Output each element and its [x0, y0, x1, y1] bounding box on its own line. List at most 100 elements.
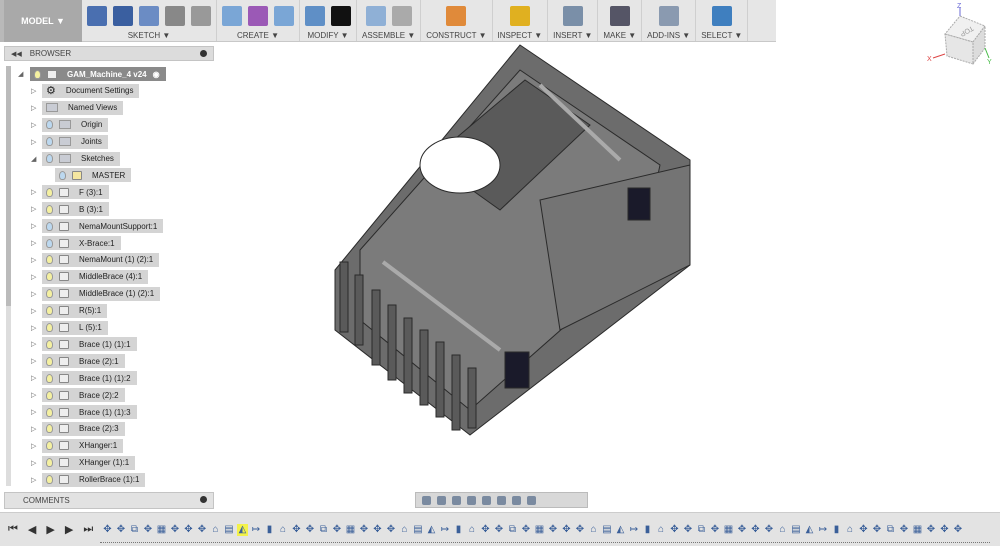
pin-icon[interactable]	[200, 50, 207, 57]
browser-item[interactable]: ▷ Brace (2):1	[31, 354, 125, 369]
toolbar-group-label[interactable]: ASSEMBLE ▼	[362, 31, 415, 40]
browser-item[interactable]: ▷ MiddleBrace (1) (2):1	[31, 286, 161, 301]
timeline-feature-icon[interactable]: ⌂	[656, 524, 667, 536]
timeline-feature-icon[interactable]: ⌂	[467, 524, 478, 536]
collapse-arrow-icon[interactable]: ◢	[31, 155, 36, 163]
expand-arrow-icon[interactable]: ▷	[31, 324, 36, 332]
visibility-bulb-icon[interactable]	[46, 221, 53, 231]
expand-arrow-icon[interactable]: ▷	[31, 222, 36, 230]
browser-item[interactable]: ▷ Named Views	[31, 100, 124, 115]
timeline-feature-icon[interactable]: ✥	[953, 524, 964, 536]
visibility-bulb-icon[interactable]	[46, 238, 53, 248]
timeline-feature-icon[interactable]: ▮	[264, 524, 275, 536]
timeline-feature-icon[interactable]: ◭	[615, 524, 626, 536]
toolbar-group-label[interactable]: INSERT ▼	[553, 31, 592, 40]
expand-arrow-icon[interactable]: ▷	[31, 188, 36, 196]
timeline-feature-icon[interactable]: ⧉	[129, 524, 140, 536]
timeline-feature-icon[interactable]: ✥	[116, 524, 127, 536]
timeline-feature-icon[interactable]: ✥	[480, 524, 491, 536]
toolbar-group-label[interactable]: CONSTRUCT ▼	[426, 31, 486, 40]
toolbar-group-label[interactable]: MAKE ▼	[603, 31, 636, 40]
pan-icon[interactable]	[452, 495, 461, 505]
browser-item[interactable]: ▷ ⚙ Document Settings	[31, 83, 140, 98]
timeline-feature-icon[interactable]: ✥	[683, 524, 694, 536]
browser-item[interactable]: ▷ R(5):1	[31, 303, 108, 318]
timeline-feature-icon[interactable]: ◭	[237, 524, 248, 536]
visibility-bulb-icon[interactable]	[46, 458, 53, 468]
browser-item[interactable]: ▷ XHanger:1	[31, 438, 124, 453]
timeline-feature-icon[interactable]: ◭	[804, 524, 815, 536]
timeline-feature-icon[interactable]: ▦	[156, 524, 167, 536]
browser-item[interactable]: ▷ B (3):1	[31, 202, 110, 217]
toolbar-group-label[interactable]: SKETCH ▼	[128, 31, 171, 40]
new-component-icon[interactable]	[365, 6, 386, 26]
timeline-feature-icon[interactable]: ✥	[737, 524, 748, 536]
timeline-feature-icon[interactable]: ✥	[710, 524, 721, 536]
timeline-track[interactable]	[100, 542, 990, 543]
timeline-feature-icon[interactable]: ✥	[521, 524, 532, 536]
timeline-feature-icon[interactable]: ▤	[224, 524, 235, 536]
expand-arrow-icon[interactable]: ▷	[31, 357, 36, 365]
timeline-feature-icon[interactable]: ✥	[858, 524, 869, 536]
visibility-bulb-icon[interactable]	[46, 255, 53, 265]
play-button[interactable]: ▶	[46, 523, 54, 536]
timeline-feature-icon[interactable]: ⌂	[210, 524, 221, 536]
browser-item[interactable]: ▷ NemaMountSupport:1	[31, 219, 164, 234]
expand-arrow-icon[interactable]: ▷	[31, 290, 36, 298]
timeline-feature-icon[interactable]: ✥	[183, 524, 194, 536]
expand-arrow-icon[interactable]: ▷	[31, 121, 36, 129]
timeline-feature-icon[interactable]: ✥	[170, 524, 181, 536]
browser-panel-header[interactable]: ◀◀ BROWSER	[4, 46, 214, 61]
timeline-feature-icon[interactable]: ✥	[872, 524, 883, 536]
timeline-feature-icon[interactable]: ✥	[939, 524, 950, 536]
visibility-bulb-icon[interactable]	[46, 137, 53, 147]
comments-panel[interactable]: COMMENTS	[4, 492, 214, 509]
timeline-feature-icon[interactable]: ✥	[102, 524, 113, 536]
form-icon[interactable]	[248, 6, 268, 26]
expand-arrow-icon[interactable]: ▷	[31, 273, 36, 281]
workspace-dropdown[interactable]: MODEL ▼	[0, 0, 82, 42]
toolbar-group-label[interactable]: ADD-INS ▼	[647, 31, 690, 40]
timeline-feature-icon[interactable]: ▦	[534, 524, 545, 536]
timeline-feature-icon[interactable]: ✥	[386, 524, 397, 536]
visibility-bulb-icon[interactable]	[46, 272, 53, 282]
expand-arrow-icon[interactable]: ▷	[31, 408, 36, 416]
browser-item[interactable]: ▷ XHanger (1):1	[31, 455, 136, 470]
insert-image-icon[interactable]	[562, 6, 583, 26]
timeline-feature-icon[interactable]: ✥	[494, 524, 505, 536]
expand-arrow-icon[interactable]: ▷	[31, 425, 36, 433]
zoom-icon[interactable]	[467, 495, 476, 505]
timeline-feature-icon[interactable]: ⧉	[885, 524, 896, 536]
browser-item[interactable]: ▷ Brace (2):2	[31, 388, 125, 403]
visibility-bulb-icon[interactable]	[46, 407, 53, 417]
add-comment-icon[interactable]	[200, 496, 207, 503]
rectangle-icon[interactable]	[139, 6, 159, 26]
expand-arrow-icon[interactable]: ▷	[31, 205, 36, 213]
visibility-bulb-icon[interactable]	[59, 170, 66, 180]
visibility-bulb-icon[interactable]	[46, 424, 53, 434]
go-to-end-button[interactable]: ⏭	[83, 523, 93, 536]
browser-item[interactable]: MASTER	[55, 168, 132, 183]
expand-arrow-icon[interactable]: ▷	[31, 442, 36, 450]
joint-icon[interactable]	[391, 6, 412, 26]
timeline-feature-icon[interactable]: ✥	[332, 524, 343, 536]
timeline-feature-icon[interactable]: ✥	[548, 524, 559, 536]
expand-arrow-icon[interactable]: ▷	[31, 476, 36, 484]
step-back-button[interactable]: ◀	[28, 523, 36, 536]
fillet-icon[interactable]	[165, 6, 185, 26]
visibility-bulb-icon[interactable]	[46, 187, 53, 197]
toolbar-group-label[interactable]: MODIFY ▼	[307, 31, 348, 40]
browser-item[interactable]: ▷ Brace (1) (1):1	[31, 337, 137, 352]
timeline-feature-icon[interactable]: ↦	[251, 524, 262, 536]
visibility-bulb-icon[interactable]	[46, 289, 53, 299]
timeline-feature-icon[interactable]: ⌂	[845, 524, 856, 536]
browser-item[interactable]: ◢ GAM_Machine_4 v24 ◉	[18, 67, 166, 81]
timeline-feature-icon[interactable]: ⌂	[588, 524, 599, 536]
step-forward-button[interactable]: ▶	[65, 523, 73, 536]
timeline-feature-icon[interactable]: ✥	[143, 524, 154, 536]
timeline-feature-icon[interactable]: ▤	[413, 524, 424, 536]
timeline-feature-icon[interactable]: ✥	[750, 524, 761, 536]
timeline-feature-icon[interactable]: ⌂	[777, 524, 788, 536]
extrude-icon[interactable]	[222, 6, 242, 26]
scripts-icon[interactable]	[658, 6, 679, 26]
